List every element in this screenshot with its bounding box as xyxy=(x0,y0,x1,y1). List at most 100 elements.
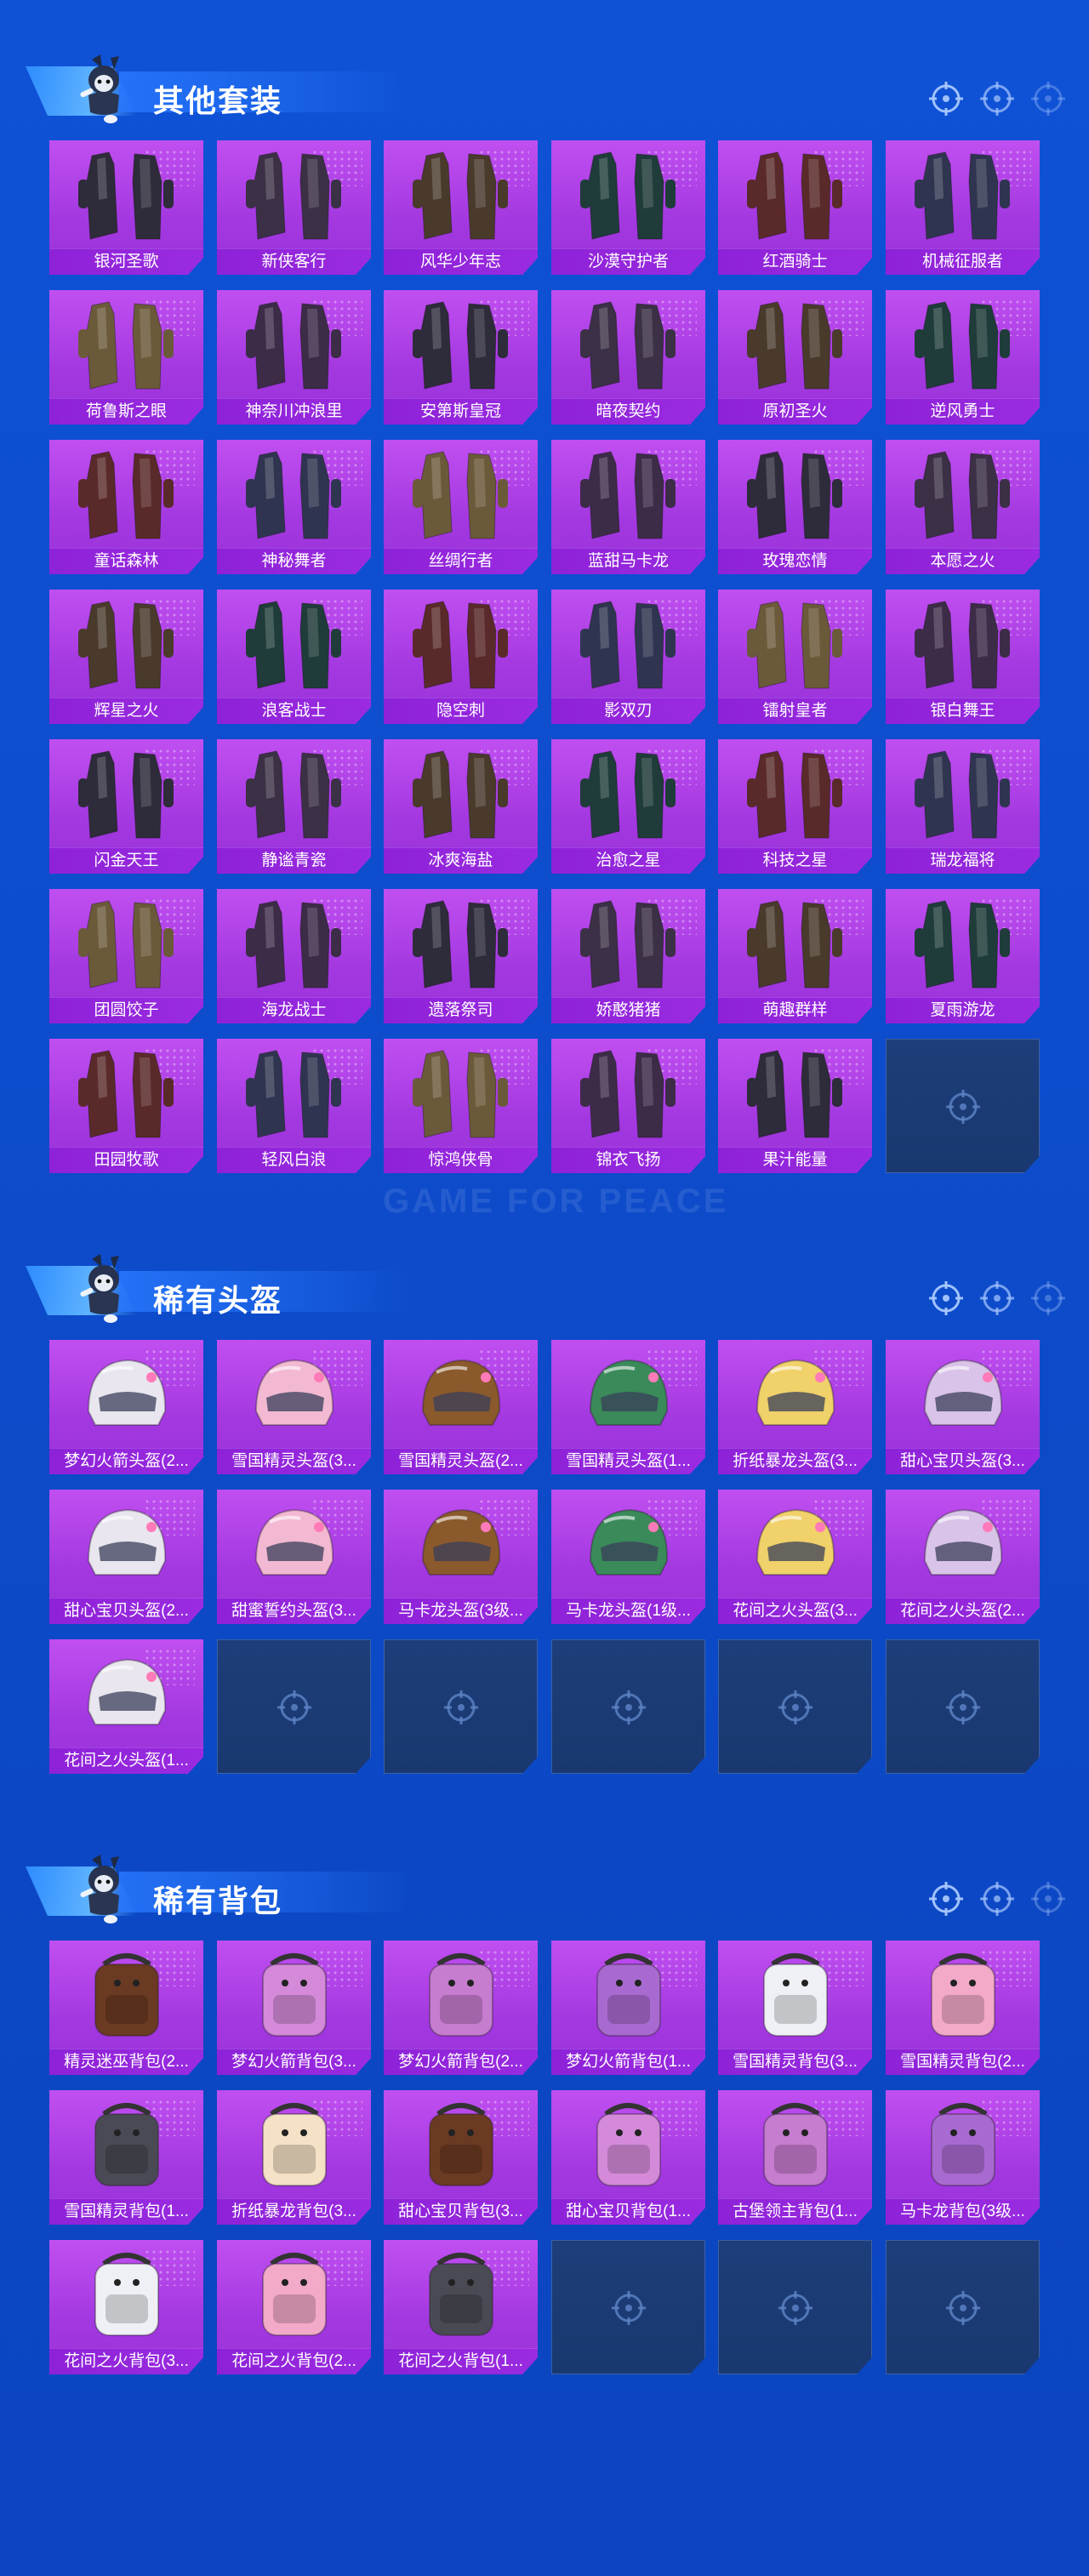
helmet-card[interactable]: 甜心宝贝头盔(2... xyxy=(49,1490,203,1624)
helmet-card[interactable]: 雪国精灵头盔(3... xyxy=(217,1340,371,1474)
outfit-card[interactable]: 荷鲁斯之眼 xyxy=(49,290,203,425)
outfit-card[interactable]: 风华少年志 xyxy=(384,140,538,275)
outfit-card[interactable]: 遗落祭司 xyxy=(384,889,538,1023)
backpack-card[interactable]: 花间之火背包(2... xyxy=(217,2240,371,2374)
outfit-icon xyxy=(735,297,855,397)
backpack-icon xyxy=(568,2097,688,2197)
outfit-card[interactable]: 逆风勇士 xyxy=(886,290,1040,425)
helmet-card[interactable]: 花间之火头盔(3... xyxy=(718,1490,872,1624)
outfit-card[interactable]: 静谧青瓷 xyxy=(217,739,371,874)
outfit-card[interactable]: 机械征服者 xyxy=(886,140,1040,275)
outfit-card[interactable]: 冰爽海盐 xyxy=(384,739,538,874)
outfit-icon xyxy=(401,746,521,846)
item-name: 银白舞王 xyxy=(886,698,1040,724)
outfit-card[interactable]: 新侠客行 xyxy=(217,140,371,275)
item-name: 镭射皇者 xyxy=(718,698,872,724)
outfit-card[interactable]: 夏雨游龙 xyxy=(886,889,1040,1023)
helmet-card[interactable]: 雪国精灵头盔(1... xyxy=(551,1340,705,1474)
outfit-card[interactable]: 银白舞王 xyxy=(886,590,1040,724)
outfit-card[interactable]: 玫瑰恋情 xyxy=(718,440,872,574)
crosshair-icon xyxy=(610,1689,647,1726)
outfit-card[interactable]: 田园牧歌 xyxy=(49,1039,203,1173)
backpack-card[interactable]: 甜心宝贝背包(3... xyxy=(384,2090,538,2225)
header-decoration xyxy=(927,1880,1065,1918)
backpack-card[interactable]: 雪国精灵背包(1... xyxy=(49,2090,203,2225)
outfit-card[interactable]: 辉星之火 xyxy=(49,590,203,724)
item-name: 精灵迷巫背包(2... xyxy=(49,2049,203,2075)
item-name: 花间之火头盔(3... xyxy=(718,1598,872,1624)
outfit-card[interactable]: 红酒骑士 xyxy=(718,140,872,275)
item-name: 梦幻火箭背包(3... xyxy=(217,2049,371,2075)
outfit-card[interactable]: 科技之星 xyxy=(718,739,872,874)
outfit-card[interactable]: 浪客战士 xyxy=(217,590,371,724)
outfit-card[interactable]: 影双刃 xyxy=(551,590,705,724)
outfit-card[interactable]: 丝绸行者 xyxy=(384,440,538,574)
outfit-card[interactable]: 治愈之星 xyxy=(551,739,705,874)
helmet-card[interactable]: 马卡龙头盔(1级... xyxy=(551,1490,705,1624)
backpack-icon xyxy=(735,2097,855,2197)
helmet-card[interactable]: 马卡龙头盔(3级... xyxy=(384,1490,538,1624)
backpack-card[interactable]: 梦幻火箭背包(3... xyxy=(217,1941,371,2075)
backpack-card[interactable]: 折纸暴龙背包(3... xyxy=(217,2090,371,2225)
helmet-card[interactable]: 折纸暴龙头盔(3... xyxy=(718,1340,872,1474)
outfit-card[interactable]: 原初圣火 xyxy=(718,290,872,425)
outfit-card[interactable]: 神奈川冲浪里 xyxy=(217,290,371,425)
outfit-card[interactable]: 团圆饺子 xyxy=(49,889,203,1023)
outfit-card[interactable]: 童话森林 xyxy=(49,440,203,574)
helmet-icon xyxy=(401,1496,521,1597)
item-name: 原初圣火 xyxy=(718,398,872,425)
outfit-icon xyxy=(568,297,688,397)
helmet-card[interactable]: 甜蜜誓约头盔(3... xyxy=(217,1490,371,1624)
outfit-card[interactable]: 娇憨猪猪 xyxy=(551,889,705,1023)
backpack-card[interactable]: 精灵迷巫背包(2... xyxy=(49,1941,203,2075)
helmet-card[interactable]: 花间之火头盔(2... xyxy=(886,1490,1040,1624)
backpack-icon xyxy=(66,1947,186,2048)
outfit-card[interactable]: 海龙战士 xyxy=(217,889,371,1023)
helmet-card[interactable]: 梦幻火箭头盔(2... xyxy=(49,1340,203,1474)
item-name: 花间之火背包(1... xyxy=(384,2348,538,2374)
outfit-card[interactable]: 闪金天王 xyxy=(49,739,203,874)
item-name: 萌趣群样 xyxy=(718,997,872,1023)
outfit-card[interactable]: 安第斯皇冠 xyxy=(384,290,538,425)
outfit-card[interactable]: 果汁能量 xyxy=(718,1039,872,1173)
backpack-card[interactable]: 甜心宝贝背包(1... xyxy=(551,2090,705,2225)
backpack-card[interactable]: 古堡领主背包(1... xyxy=(718,2090,872,2225)
outfit-card[interactable]: 沙漠守护者 xyxy=(551,140,705,275)
outfit-card[interactable]: 银河圣歌 xyxy=(49,140,203,275)
outfit-card[interactable]: 蓝甜马卡龙 xyxy=(551,440,705,574)
backpack-card[interactable]: 雪国精灵背包(2... xyxy=(886,1941,1040,2075)
outfit-card[interactable]: 瑞龙福将 xyxy=(886,739,1040,874)
outfit-icon xyxy=(401,896,521,996)
backpack-icon xyxy=(903,1947,1023,2048)
backpack-card[interactable]: 梦幻火箭背包(2... xyxy=(384,1941,538,2075)
outfit-icon xyxy=(66,447,186,547)
outfit-icon xyxy=(234,297,354,397)
backpack-card[interactable]: 花间之火背包(3... xyxy=(49,2240,203,2374)
backpack-card[interactable]: 梦幻火箭背包(1... xyxy=(551,1941,705,2075)
item-name: 童话森林 xyxy=(49,548,203,574)
backpack-card[interactable]: 马卡龙背包(3级... xyxy=(886,2090,1040,2225)
outfit-card[interactable]: 暗夜契约 xyxy=(551,290,705,425)
outfit-card[interactable]: 锦衣飞扬 xyxy=(551,1039,705,1173)
outfit-card[interactable]: 神秘舞者 xyxy=(217,440,371,574)
backpack-card[interactable]: 花间之火背包(1... xyxy=(384,2240,538,2374)
helmet-card[interactable]: 雪国精灵头盔(2... xyxy=(384,1340,538,1474)
item-name: 影双刃 xyxy=(551,698,705,724)
outfit-card[interactable]: 镭射皇者 xyxy=(718,590,872,724)
helmet-icon xyxy=(66,1347,186,1447)
outfit-card[interactable]: 萌趣群样 xyxy=(718,889,872,1023)
item-name: 甜心宝贝头盔(2... xyxy=(49,1598,203,1624)
crosshair-icon xyxy=(978,1279,1016,1317)
crosshair-icon xyxy=(777,2289,814,2327)
item-name: 科技之星 xyxy=(718,847,872,874)
outfit-card[interactable]: 隐空刺 xyxy=(384,590,538,724)
outfit-card[interactable]: 惊鸿侠骨 xyxy=(384,1039,538,1173)
backpack-card[interactable]: 雪国精灵背包(3... xyxy=(718,1941,872,2075)
helmet-card[interactable]: 花间之火头盔(1... xyxy=(49,1639,203,1774)
item-name: 甜蜜誓约头盔(3... xyxy=(217,1598,371,1624)
outfit-card[interactable]: 本愿之火 xyxy=(886,440,1040,574)
outfit-card[interactable]: 轻风白浪 xyxy=(217,1039,371,1173)
item-name: 团圆饺子 xyxy=(49,997,203,1023)
item-name: 花间之火背包(2... xyxy=(217,2348,371,2374)
helmet-card[interactable]: 甜心宝贝头盔(3... xyxy=(886,1340,1040,1474)
